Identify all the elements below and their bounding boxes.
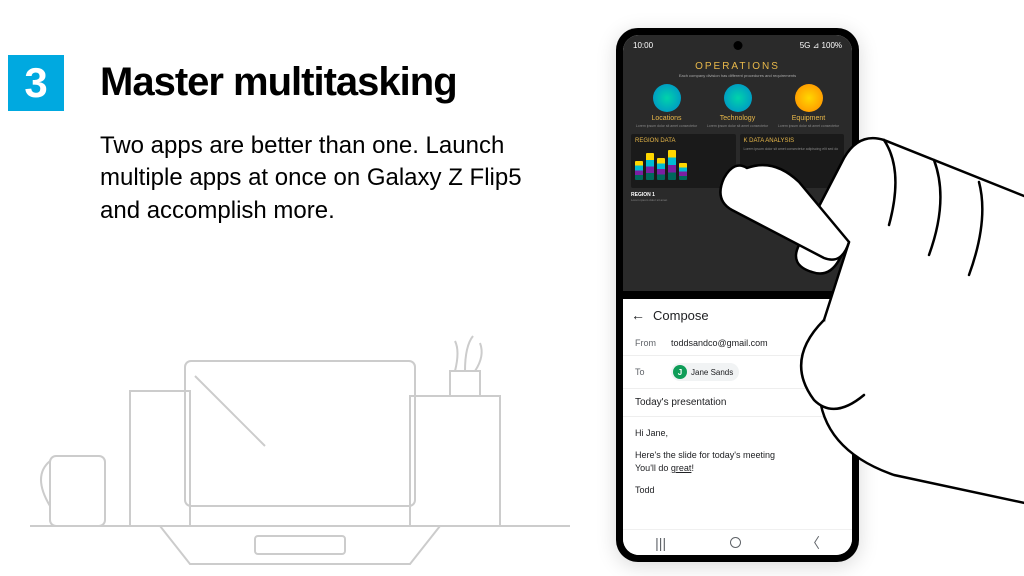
home-icon[interactable] [730,537,741,548]
status-indicators: 5G ⊿ 100% [800,41,842,50]
body-copy: Two apps are better than one. Launch mul… [100,130,530,227]
back-icon[interactable]: ← [631,307,645,323]
globe-icon [653,84,681,112]
back-nav-icon[interactable]: 〈 [806,533,820,553]
recents-icon[interactable]: ||| [655,535,666,551]
to-label: To [635,367,663,377]
tech-icon [724,84,752,112]
headline: Master multitasking [100,60,457,105]
android-nav-bar: ||| 〈 [623,529,852,555]
step-number-badge: 3 [8,55,64,111]
infographic-title: OPERATIONS [631,61,844,72]
status-time: 10:00 [633,41,653,50]
infographic-subtitle: Each company division has different proc… [631,73,844,78]
equipment-icon [795,84,823,112]
desk-illustration [30,296,570,576]
hand-illustration [674,110,1024,510]
camera-notch [733,41,742,50]
from-label: From [635,338,663,348]
